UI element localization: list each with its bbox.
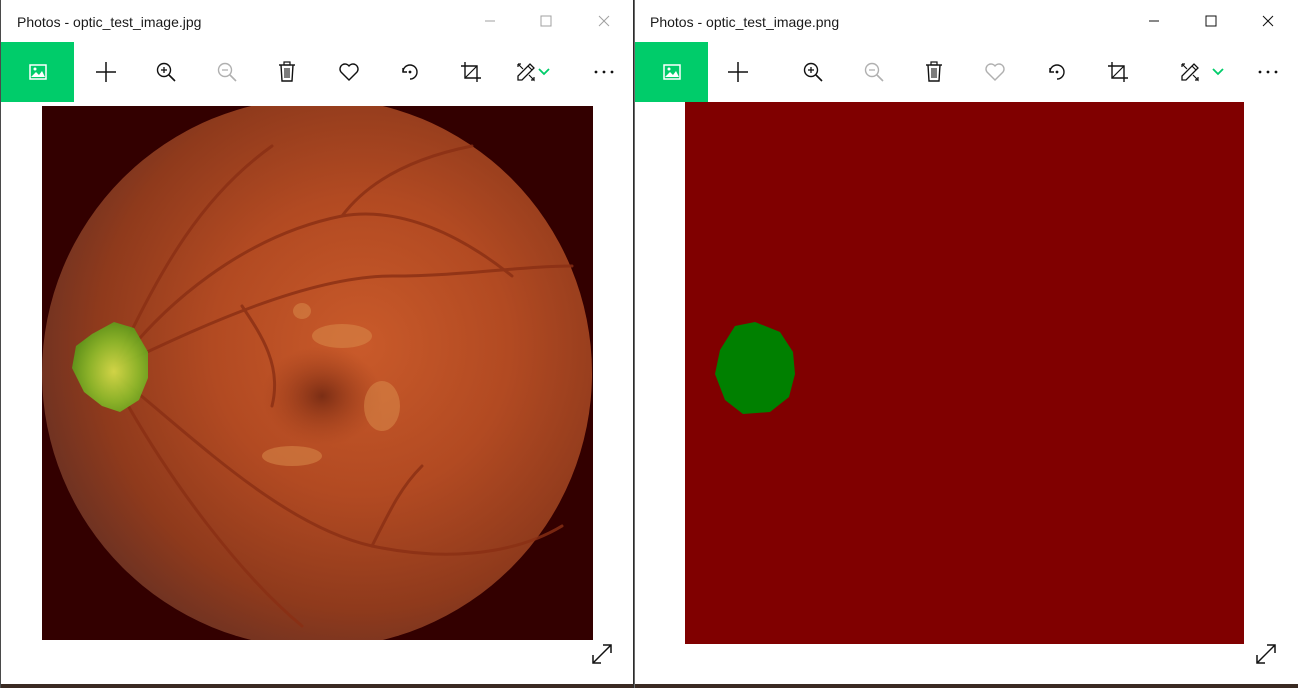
close-button[interactable] bbox=[1245, 0, 1291, 42]
full-screen-button[interactable] bbox=[587, 639, 617, 669]
maximize-icon bbox=[540, 15, 552, 27]
toolbar bbox=[635, 42, 1298, 102]
edit-menu-button[interactable] bbox=[531, 42, 557, 102]
zoom-out-button[interactable] bbox=[202, 42, 252, 102]
photos-window-left: Photos - optic_test_image.jpg bbox=[0, 0, 633, 688]
close-icon bbox=[1262, 15, 1274, 27]
chevron-down-icon bbox=[538, 68, 550, 76]
crop-icon bbox=[461, 62, 481, 82]
fundus-image bbox=[42, 106, 593, 640]
window-bottom-edge bbox=[635, 684, 1298, 688]
crop-button[interactable] bbox=[446, 42, 496, 102]
crop-button[interactable] bbox=[1093, 42, 1143, 102]
title-bar[interactable]: Photos - optic_test_image.jpg bbox=[1, 0, 633, 42]
favorite-button[interactable] bbox=[970, 42, 1020, 102]
image-canvas bbox=[1, 102, 633, 688]
view-button[interactable] bbox=[1, 42, 74, 102]
title-bar[interactable]: Photos - optic_test_image.png bbox=[635, 0, 1298, 42]
delete-icon bbox=[926, 61, 942, 82]
view-photo-icon bbox=[28, 64, 47, 80]
zoom-in-icon bbox=[156, 62, 176, 82]
more-icon bbox=[1258, 70, 1278, 74]
delete-button[interactable] bbox=[909, 42, 959, 102]
zoom-out-icon bbox=[864, 62, 884, 82]
zoom-in-button[interactable] bbox=[788, 42, 838, 102]
view-button[interactable] bbox=[635, 42, 708, 102]
edit-menu-button[interactable] bbox=[1205, 42, 1231, 102]
window-title: Photos - optic_test_image.png bbox=[650, 14, 840, 30]
rotate-icon bbox=[1049, 64, 1065, 80]
add-button[interactable] bbox=[81, 42, 131, 102]
close-button[interactable] bbox=[581, 0, 627, 42]
close-icon bbox=[598, 15, 610, 27]
add-icon bbox=[728, 62, 748, 82]
rotate-button[interactable] bbox=[1032, 42, 1082, 102]
toolbar bbox=[1, 42, 633, 102]
window-bottom-edge bbox=[1, 684, 633, 688]
add-button[interactable] bbox=[713, 42, 763, 102]
more-button[interactable] bbox=[1243, 42, 1293, 102]
minimize-button[interactable] bbox=[1131, 0, 1177, 42]
expand-icon bbox=[1256, 644, 1276, 664]
zoom-in-button[interactable] bbox=[141, 42, 191, 102]
zoom-out-icon bbox=[217, 62, 237, 82]
delete-button[interactable] bbox=[262, 42, 312, 102]
rotate-icon bbox=[402, 64, 418, 80]
maximize-icon bbox=[1205, 15, 1217, 27]
rotate-button[interactable] bbox=[385, 42, 435, 102]
maximize-button[interactable] bbox=[523, 0, 569, 42]
minimize-icon bbox=[1149, 20, 1159, 22]
favorite-icon bbox=[339, 63, 359, 81]
minimize-icon bbox=[485, 20, 495, 22]
expand-icon bbox=[592, 644, 612, 664]
chevron-down-icon bbox=[1212, 68, 1224, 76]
add-icon bbox=[96, 62, 116, 82]
window-title: Photos - optic_test_image.jpg bbox=[17, 14, 202, 30]
delete-icon bbox=[279, 61, 295, 82]
favorite-button[interactable] bbox=[324, 42, 374, 102]
minimize-button[interactable] bbox=[467, 0, 513, 42]
zoom-in-icon bbox=[803, 62, 823, 82]
photos-window-right: Photos - optic_test_image.png bbox=[634, 0, 1298, 688]
crop-icon bbox=[1108, 62, 1128, 82]
favorite-icon bbox=[985, 63, 1005, 81]
mask-image bbox=[685, 102, 1244, 644]
zoom-out-button[interactable] bbox=[849, 42, 899, 102]
more-icon bbox=[594, 70, 614, 74]
image-canvas bbox=[635, 102, 1298, 688]
maximize-button[interactable] bbox=[1188, 0, 1234, 42]
more-button[interactable] bbox=[579, 42, 629, 102]
full-screen-button[interactable] bbox=[1251, 639, 1281, 669]
edit-icon bbox=[1181, 63, 1199, 82]
view-photo-icon bbox=[662, 64, 681, 80]
